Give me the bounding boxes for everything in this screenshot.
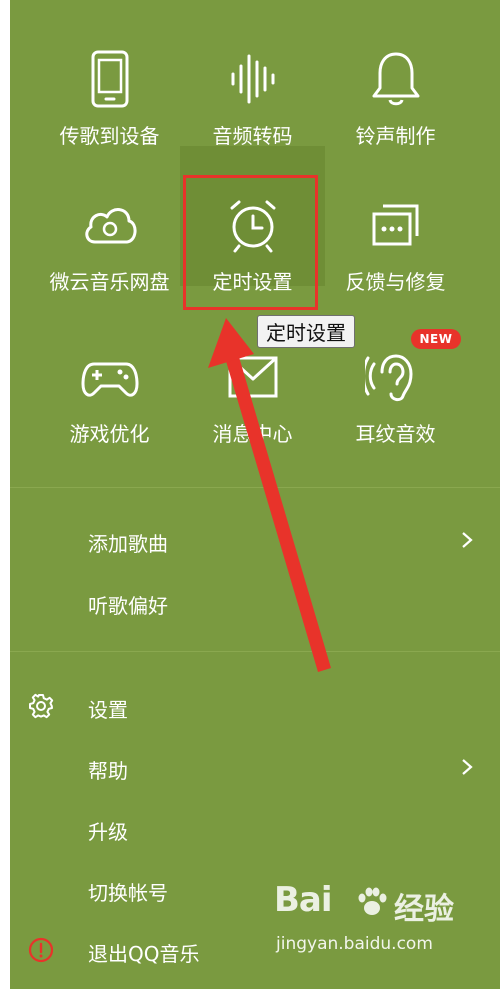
bell-icon xyxy=(372,52,419,106)
tooltip: 定时设置 xyxy=(257,315,355,348)
menu-item-label: 升级 xyxy=(88,820,128,844)
menu-item-label: 切换帐号 xyxy=(88,881,168,905)
tile-label: 微云音乐网盘 xyxy=(49,270,170,294)
baidu-watermark: Baidu 经验 jingyan.baidu.com xyxy=(272,880,494,985)
exit-icon xyxy=(28,937,54,963)
menu-item-label: 添加歌曲 xyxy=(88,532,168,556)
audio-wave-icon xyxy=(231,54,274,104)
tile-label: 传歌到设备 xyxy=(59,124,160,148)
mail-icon xyxy=(228,356,277,398)
watermark-url: jingyan.baidu.com xyxy=(276,934,433,954)
tile-feedback-repair[interactable]: 反馈与修复 xyxy=(323,146,468,294)
tile-audio-transcode[interactable]: 音频转码 xyxy=(180,0,325,148)
tile-label: 音频转码 xyxy=(212,124,293,148)
divider xyxy=(10,487,500,488)
cloud-icon xyxy=(84,208,136,244)
menu-item-label: 听歌偏好 xyxy=(88,594,168,618)
gamepad-icon xyxy=(81,362,138,397)
tile-label: 耳纹音效 xyxy=(355,422,436,446)
chevron-right-icon xyxy=(462,532,473,548)
menu-item-add-songs[interactable]: 添加歌曲 xyxy=(10,518,500,562)
tile-ringtone-maker[interactable]: 铃声制作 xyxy=(323,0,468,148)
tile-label: 铃声制作 xyxy=(355,124,436,148)
highlight-box xyxy=(183,175,318,310)
tile-game-optimize[interactable]: 游戏优化 xyxy=(37,298,182,446)
menu-item-label: 设置 xyxy=(88,698,128,722)
divider xyxy=(10,651,500,652)
paw-icon xyxy=(358,887,387,915)
chevron-right-icon xyxy=(462,759,473,775)
tile-transfer-to-device[interactable]: 传歌到设备 xyxy=(37,0,182,148)
menu-item-upgrade[interactable]: 升级 xyxy=(10,806,500,850)
menu-item-listening-preferences[interactable]: 听歌偏好 xyxy=(10,580,500,624)
menu-item-label: 帮助 xyxy=(88,759,128,783)
menu-item-help[interactable]: 帮助 xyxy=(10,745,500,789)
tools-menu-panel: 传歌到设备 音频转码 铃声制作 微云音乐网盘 定时设置 反馈与修复 游戏优化 消… xyxy=(10,0,500,989)
menu-item-settings[interactable]: 设置 xyxy=(10,684,500,728)
menu-item-label: 退出QQ音乐 xyxy=(88,942,200,966)
ear-icon xyxy=(364,354,413,402)
new-badge: NEW xyxy=(411,329,461,349)
tile-label: 消息中心 xyxy=(212,422,293,446)
feedback-icon xyxy=(372,204,418,246)
gear-icon xyxy=(29,693,54,719)
tile-label: 反馈与修复 xyxy=(345,270,446,294)
tile-label: 游戏优化 xyxy=(69,422,150,446)
tile-weiyun-music-disk[interactable]: 微云音乐网盘 xyxy=(37,146,182,294)
watermark-cn: 经验 xyxy=(394,892,454,927)
phone-icon xyxy=(91,50,128,108)
